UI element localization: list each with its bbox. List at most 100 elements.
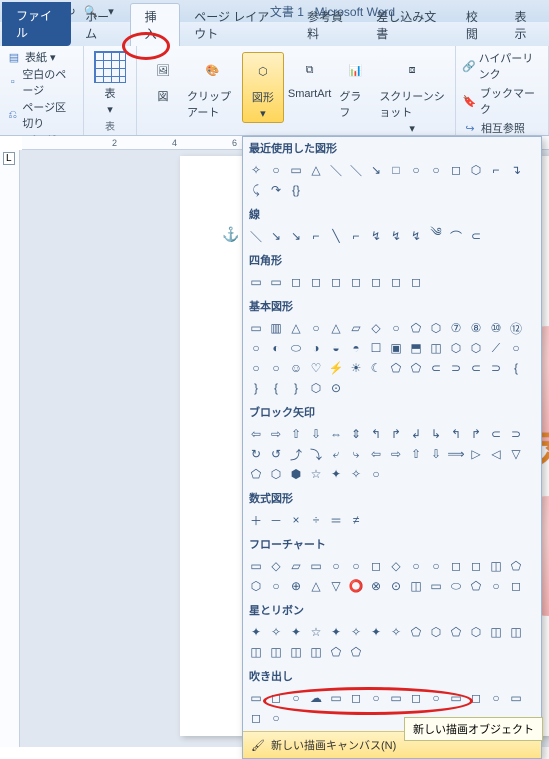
shape-item[interactable]: ✧ [347, 465, 365, 483]
shape-item[interactable]: ◐ [267, 339, 285, 357]
tab-review[interactable]: 校閲 [452, 4, 501, 46]
tab-mailings[interactable]: 差し込み文書 [362, 4, 452, 46]
shape-item[interactable]: ▣ [387, 339, 405, 357]
shape-item[interactable]: ◻ [467, 689, 485, 707]
shape-item[interactable]: ○ [267, 577, 285, 595]
shape-item[interactable]: ÷ [307, 511, 325, 529]
shape-item[interactable]: ⟹ [447, 445, 465, 463]
shape-item[interactable]: ⌒ [447, 227, 465, 245]
shape-item[interactable]: ▭ [307, 557, 325, 575]
hyperlink-button[interactable]: 🔗ハイパーリンク [462, 49, 542, 83]
shape-item[interactable]: ▽ [507, 445, 525, 463]
shape-item[interactable]: ◫ [507, 623, 525, 641]
shape-item[interactable]: ⬢ [287, 465, 305, 483]
shape-item[interactable]: ✧ [247, 161, 265, 179]
shape-item[interactable]: ⌐ [307, 227, 325, 245]
clipart-button[interactable]: 🎨クリップアート [183, 52, 242, 122]
shape-item[interactable]: ⬭ [287, 339, 305, 357]
shape-item[interactable]: ↺ [267, 445, 285, 463]
shape-item[interactable]: ↘ [267, 227, 285, 245]
bookmark-button[interactable]: 🔖ブックマーク [462, 84, 542, 118]
shape-item[interactable]: ▭ [247, 689, 265, 707]
screenshot-button[interactable]: ⧈スクリーンショット▾ [375, 52, 449, 137]
shape-item[interactable]: ⇔ [327, 425, 345, 443]
shape-item[interactable]: ⬠ [347, 643, 365, 661]
shape-item[interactable]: ⬠ [407, 359, 425, 377]
shape-item[interactable]: ▥ [267, 319, 285, 337]
shape-item[interactable]: ⊂ [427, 359, 445, 377]
shape-item[interactable]: ○ [267, 161, 285, 179]
shape-item[interactable]: ⬠ [447, 623, 465, 641]
shape-item[interactable]: ▽ [327, 577, 345, 595]
shape-item[interactable]: { [267, 379, 285, 397]
shape-item[interactable]: ⬠ [247, 465, 265, 483]
shape-item[interactable]: ⬡ [467, 161, 485, 179]
shape-item[interactable]: ⬠ [407, 319, 425, 337]
shape-item[interactable]: ↲ [407, 425, 425, 443]
shape-item[interactable]: ◻ [407, 273, 425, 291]
shape-item[interactable]: ⊕ [287, 577, 305, 595]
shape-item[interactable]: ○ [427, 557, 445, 575]
shape-item[interactable]: ↰ [447, 425, 465, 443]
shape-item[interactable]: ⊃ [447, 359, 465, 377]
shape-item[interactable]: ▭ [247, 273, 265, 291]
shape-item[interactable]: ◑ [307, 339, 325, 357]
shape-item[interactable]: ⤶ [327, 445, 345, 463]
shape-item[interactable]: ＼ [247, 227, 265, 245]
shape-item[interactable]: ⇩ [427, 445, 445, 463]
shape-item[interactable]: △ [307, 161, 325, 179]
shape-item[interactable]: ⊙ [327, 379, 345, 397]
shape-item[interactable]: } [287, 379, 305, 397]
shape-item[interactable]: ✧ [267, 623, 285, 641]
shape-item[interactable]: ○ [287, 689, 305, 707]
shape-item[interactable]: ↯ [367, 227, 385, 245]
shape-item[interactable]: ▭ [267, 273, 285, 291]
shape-item[interactable]: ↻ [247, 445, 265, 463]
shape-item[interactable]: ⬠ [407, 623, 425, 641]
shape-item[interactable]: ╲ [327, 227, 345, 245]
shape-item[interactable]: ⤹ [247, 181, 265, 199]
shape-item[interactable]: ⬡ [307, 379, 325, 397]
shape-item[interactable]: ○ [367, 465, 385, 483]
shape-item[interactable]: ◻ [247, 709, 265, 727]
shape-item[interactable]: ↯ [407, 227, 425, 245]
shape-item[interactable]: ◻ [347, 689, 365, 707]
shape-item[interactable]: △ [287, 319, 305, 337]
shape-item[interactable]: ↱ [467, 425, 485, 443]
shape-item[interactable]: □ [387, 161, 405, 179]
shape-item[interactable]: ◒ [327, 339, 345, 357]
shape-item[interactable]: ☾ [367, 359, 385, 377]
shape-item[interactable]: ○ [407, 161, 425, 179]
shape-item[interactable]: ⑧ [467, 319, 485, 337]
shape-item[interactable]: ✦ [367, 623, 385, 641]
tab-selector[interactable]: L [3, 152, 15, 165]
shape-item[interactable]: ⬠ [467, 577, 485, 595]
shape-item[interactable]: ⬭ [447, 577, 465, 595]
shape-item[interactable]: ⑩ [487, 319, 505, 337]
smartart-button[interactable]: ⧉SmartArt [284, 52, 335, 102]
shape-item[interactable]: ✦ [287, 623, 305, 641]
shape-item[interactable]: ⊃ [487, 359, 505, 377]
shape-item[interactable]: ◻ [367, 273, 385, 291]
shape-item[interactable]: ⤴ [287, 445, 305, 463]
shape-item[interactable]: ⇧ [407, 445, 425, 463]
shape-item[interactable]: ○ [327, 557, 345, 575]
shape-item[interactable]: ⊂ [467, 227, 485, 245]
shape-item[interactable]: ↷ [267, 181, 285, 199]
shape-item[interactable]: ▭ [427, 577, 445, 595]
shape-item[interactable]: ⇦ [247, 425, 265, 443]
chart-button[interactable]: 📊グラフ [335, 52, 375, 122]
shape-item[interactable]: ◫ [247, 643, 265, 661]
shape-item[interactable]: ☆ [307, 465, 325, 483]
shape-item[interactable]: ⬡ [447, 339, 465, 357]
shape-item[interactable]: ⇨ [387, 445, 405, 463]
shape-item[interactable]: ○ [247, 359, 265, 377]
shape-item[interactable]: ▭ [507, 689, 525, 707]
shape-item[interactable]: ▭ [447, 689, 465, 707]
shape-item[interactable]: ↳ [427, 425, 445, 443]
shape-item[interactable]: ◇ [387, 557, 405, 575]
shape-item[interactable]: ⬠ [327, 643, 345, 661]
shape-item[interactable]: ▭ [327, 689, 345, 707]
blank-page-button[interactable]: ▫空白のページ [6, 66, 77, 98]
shape-item[interactable]: } [247, 379, 265, 397]
